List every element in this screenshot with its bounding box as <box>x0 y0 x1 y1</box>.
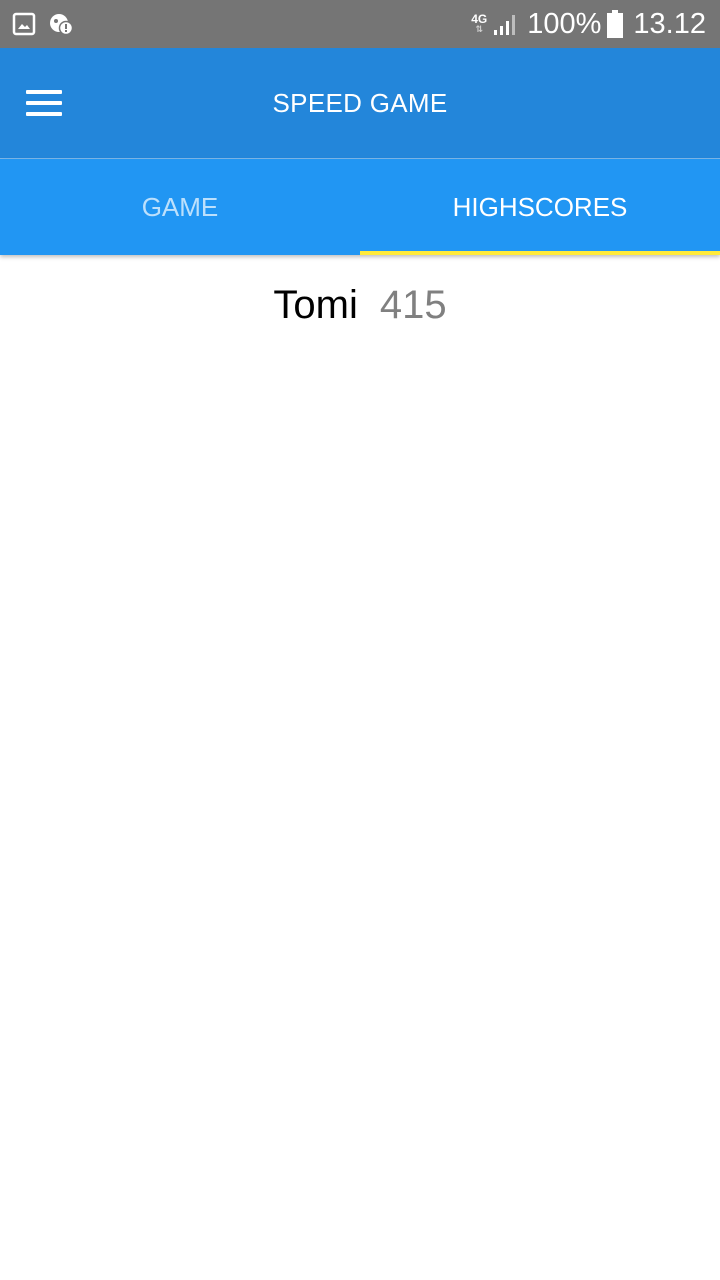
list-item: Tomi 415 <box>0 283 720 328</box>
player-name: Tomi <box>273 283 358 327</box>
status-right: 4G ⇅ 100% 13.12 <box>471 8 706 41</box>
hamburger-menu-icon[interactable] <box>20 79 68 127</box>
alert-bubble-icon <box>48 12 74 36</box>
network-indicator: 4G ⇅ <box>471 12 488 34</box>
player-score: 415 <box>379 283 447 327</box>
status-left <box>12 12 86 36</box>
app-title: SPEED GAME <box>272 87 448 118</box>
tab-bar: GAME HIGHSCORES <box>0 159 720 255</box>
battery-percent: 100% <box>527 7 602 40</box>
clock: 13.12 <box>633 7 706 40</box>
image-icon <box>12 12 36 36</box>
app-bar: SPEED GAME <box>0 48 720 159</box>
status-bar: 4G ⇅ 100% 13.12 <box>0 0 720 48</box>
data-arrows-icon: ⇅ <box>475 24 484 34</box>
signal-icon <box>493 12 517 36</box>
highscores-list: Tomi 415 <box>0 255 720 328</box>
tab-game[interactable]: GAME <box>0 159 360 255</box>
battery-icon <box>607 10 624 38</box>
network-type: 4G <box>471 12 488 26</box>
tab-highscores[interactable]: HIGHSCORES <box>360 159 720 255</box>
